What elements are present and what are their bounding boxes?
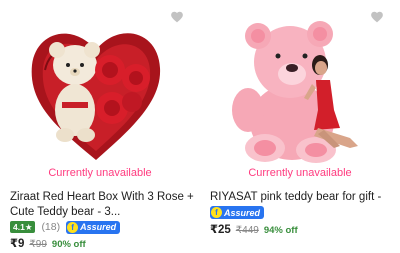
f-assured-icon: f [67,221,79,233]
price-row: ₹25 ₹449 94% off [210,222,298,236]
availability-status: Currently unavailable [48,167,152,179]
selling-price: ₹9 [10,238,25,250]
selling-price: ₹25 [210,224,231,236]
original-price: ₹99 [29,239,47,250]
availability-status: Currently unavailable [248,167,352,179]
price-row: ₹9 ₹99 90% off [10,236,86,250]
discount-label: 90% off [51,239,86,250]
product-image[interactable] [200,10,400,165]
rating-count: (18) [41,221,61,233]
assured-badge: f Assured [210,206,265,219]
original-price: ₹449 [235,225,259,236]
product-title[interactable]: Ziraat Red Heart Box With 3 Rose + Cute … [10,190,194,220]
product-card-2[interactable]: Currently unavailable RIYASAT pink teddy… [200,0,400,253]
assured-badge: f Assured [66,220,121,234]
discount-label: 94% off [263,225,298,236]
assured-label: Assured [224,207,261,218]
rating-row: 4.1★ (18) f Assured [10,220,121,234]
product-card-1[interactable]: Currently unavailable Ziraat Red Heart B… [0,0,200,253]
rating-badge: 4.1★ [10,221,36,233]
product-image[interactable] [0,10,200,165]
assured-label: Assured [80,222,117,232]
f-assured-icon: f [211,207,222,218]
